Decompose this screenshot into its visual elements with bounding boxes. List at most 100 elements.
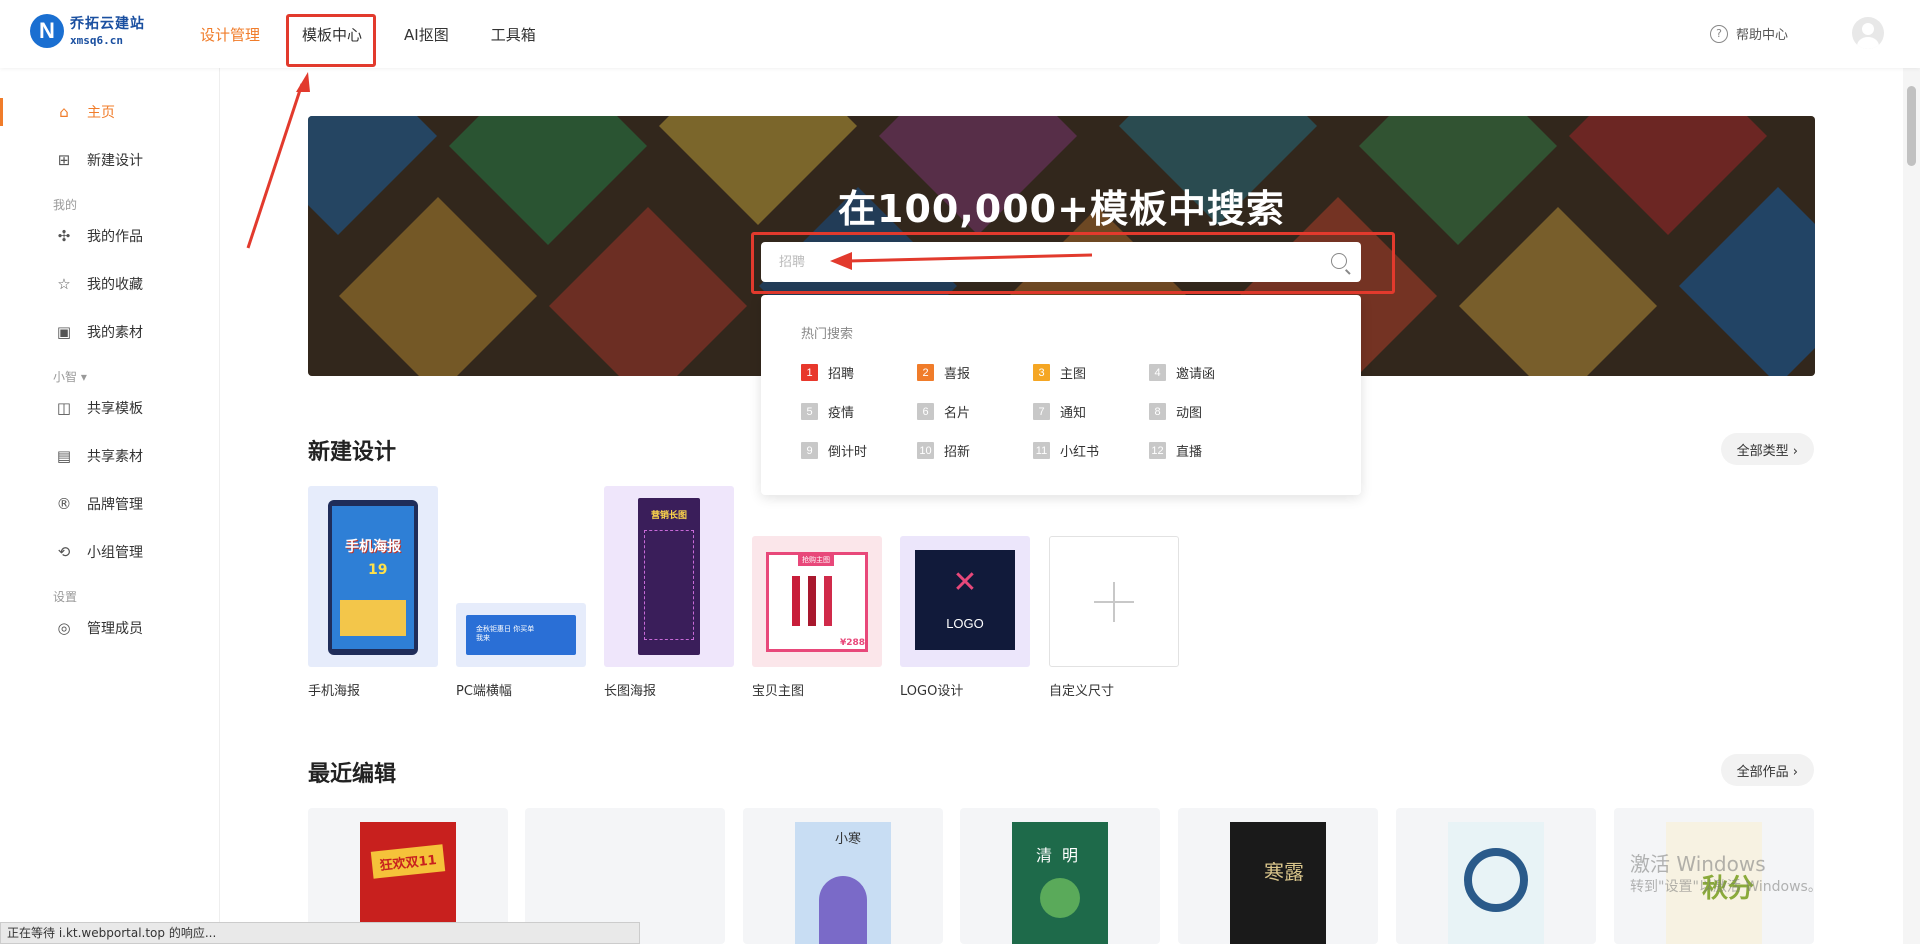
hot-search-item[interactable]: 5 疫情 [801, 402, 854, 421]
help-center-label: 帮助中心 [1735, 28, 1788, 43]
recent-card[interactable]: 清明 [960, 808, 1160, 944]
image-icon: ▣ [56, 323, 72, 341]
hot-search-label: 疫情 [828, 406, 855, 421]
design-card-logo[interactable]: ✕ LOGO [900, 536, 1030, 667]
design-card-label: 宝贝主图 [752, 684, 805, 699]
lipstick-2 [808, 576, 816, 626]
recent-thumb-title: 清明 [1036, 846, 1089, 865]
new-file-icon: ⊞ [57, 151, 71, 169]
user-avatar[interactable] [1852, 17, 1884, 49]
hot-search-label: 喜报 [944, 367, 971, 382]
sidebar-item-my-works[interactable]: ✣ 我的作品 [0, 216, 220, 256]
hot-search-label: 动图 [1176, 406, 1203, 421]
design-card-product-image[interactable]: 抢购主图 ¥288 [752, 536, 882, 667]
windows-activation-watermark: 激活 Windows [1630, 852, 1766, 876]
hot-search-label: 招聘 [828, 367, 855, 382]
all-works-button[interactable]: 全部作品 › [1720, 754, 1814, 786]
windows-activation-hint: 转到"设置"以激活 Windows。 [1630, 879, 1822, 895]
hot-search-label: 名片 [944, 406, 971, 421]
hot-rank-badge: 3 [1033, 364, 1050, 381]
hot-rank-badge: 5 [801, 403, 818, 420]
recent-card[interactable]: 小寒 [743, 808, 943, 944]
product-thumb [766, 552, 868, 652]
product-price-text: ¥288 [840, 638, 866, 648]
hot-rank-badge: 7 [1033, 403, 1050, 420]
search-icon[interactable] [1331, 253, 1347, 269]
page-scrollbar[interactable] [1903, 68, 1920, 944]
banner-title: 在100,000+模板中搜索 [838, 187, 1285, 231]
sidebar-group-mine: 我的 [53, 198, 78, 212]
hot-search-item[interactable]: 3 主图 [1033, 363, 1086, 382]
sidebar-item-label: 共享素材 [87, 449, 143, 465]
new-design-heading: 新建设计 [308, 440, 397, 465]
hot-search-item[interactable]: 11 小红书 [1033, 441, 1099, 460]
arrow-head-nav [296, 72, 310, 92]
gallery-icon: ▤ [56, 447, 72, 465]
logo-domain: xmsq6.cn [70, 33, 123, 47]
template-search-input[interactable] [779, 242, 1299, 282]
sidebar-group-team[interactable]: 小智 ▾ [53, 368, 87, 385]
design-card-long-poster[interactable]: 营销长图 [604, 486, 734, 667]
recent-card[interactable] [1396, 808, 1596, 944]
design-card-label: PC端横幅 [456, 684, 512, 699]
sidebar: ⌂ 主页 ⊞ 新建设计 我的 ✣ 我的作品 ☆ 我的收藏 ▣ 我的素材 小智 ▾… [0, 68, 220, 944]
question-icon: ? [1709, 24, 1728, 43]
hot-search-item[interactable]: 12 直播 [1149, 441, 1202, 460]
sidebar-item-team[interactable]: ⟲ 小组管理 [0, 532, 220, 572]
hot-search-item[interactable]: 10 招新 [917, 441, 970, 460]
sidebar-item-label: 共享模板 [87, 401, 143, 417]
template-icon: ◫ [56, 399, 72, 417]
scrollbar-thumb[interactable] [1907, 86, 1916, 166]
design-card-label: 手机海报 [308, 684, 361, 699]
sidebar-item-my-materials[interactable]: ▣ 我的素材 [0, 312, 220, 352]
design-card-custom-size[interactable] [1049, 536, 1179, 667]
sidebar-item-brand[interactable]: ® 品牌管理 [0, 484, 220, 524]
all-types-button[interactable]: 全部类型 › [1720, 433, 1814, 465]
hot-search-item[interactable]: 6 名片 [917, 402, 970, 421]
hot-rank-badge: 11 [1033, 442, 1050, 459]
hot-rank-badge: 8 [1149, 403, 1166, 420]
hot-search-item[interactable]: 9 倒计时 [801, 441, 867, 460]
nav-design-management[interactable]: 设计管理 [200, 24, 260, 45]
sidebar-item-home[interactable]: ⌂ 主页 [0, 92, 220, 132]
sidebar-item-shared-materials[interactable]: ▤ 共享素材 [0, 436, 220, 476]
nav-toolbox[interactable]: 工具箱 [491, 24, 536, 45]
recent-thumb-ring [1464, 848, 1528, 912]
logo-x-icon: ✕ [952, 565, 978, 600]
hot-search-item[interactable]: 2 喜报 [917, 363, 970, 382]
sidebar-item-new-design[interactable]: ⊞ 新建设计 [0, 140, 220, 180]
sidebar-item-label: 我的收藏 [87, 277, 143, 293]
help-center-link[interactable]: ? 帮助中心 [1709, 24, 1788, 43]
recent-card[interactable]: 寒露 [1178, 808, 1378, 944]
design-card-label: 长图海报 [604, 684, 657, 699]
sidebar-item-label: 我的作品 [87, 229, 143, 245]
design-card-mobile-poster[interactable]: 手机海报 19 [308, 486, 438, 667]
logo[interactable]: N 乔拓云建站 xmsq6.cn [30, 14, 145, 48]
hot-search-item[interactable]: 1 招聘 [801, 363, 854, 382]
hot-search-item[interactable]: 8 动图 [1149, 402, 1202, 421]
sidebar-item-label: 小组管理 [87, 545, 143, 561]
sidebar-item-label: 主页 [87, 105, 115, 121]
recent-thumb-title: 小寒 [835, 832, 862, 847]
hot-rank-badge: 6 [917, 403, 934, 420]
sidebar-item-members[interactable]: ◎ 管理成员 [0, 608, 220, 648]
hot-search-label: 招新 [944, 445, 971, 460]
hot-search-label: 邀请函 [1176, 367, 1216, 382]
hot-rank-badge: 10 [917, 442, 934, 459]
sidebar-item-label: 我的素材 [87, 325, 143, 341]
hot-search-item[interactable]: 7 通知 [1033, 402, 1086, 421]
sidebar-item-my-favorites[interactable]: ☆ 我的收藏 [0, 264, 220, 304]
phone-mockup: 手机海报 19 [328, 500, 418, 655]
design-card-pc-banner[interactable]: 金秋钜惠日 你买单我来 [456, 603, 586, 667]
hot-search-item[interactable]: 4 邀请函 [1149, 363, 1215, 382]
lipstick-3 [824, 576, 832, 626]
long-poster-title: 营销长图 [650, 511, 687, 521]
sidebar-item-label: 品牌管理 [87, 497, 143, 513]
group-icon: ⟲ [57, 543, 71, 561]
hot-search-title: 热门搜索 [801, 327, 854, 342]
highlight-box-template-center [286, 14, 376, 67]
sidebar-item-shared-templates[interactable]: ◫ 共享模板 [0, 388, 220, 428]
nav-ai-cutout[interactable]: AI抠图 [404, 24, 449, 45]
sidebar-item-label: 管理成员 [87, 621, 143, 637]
registered-icon: ® [56, 495, 72, 513]
